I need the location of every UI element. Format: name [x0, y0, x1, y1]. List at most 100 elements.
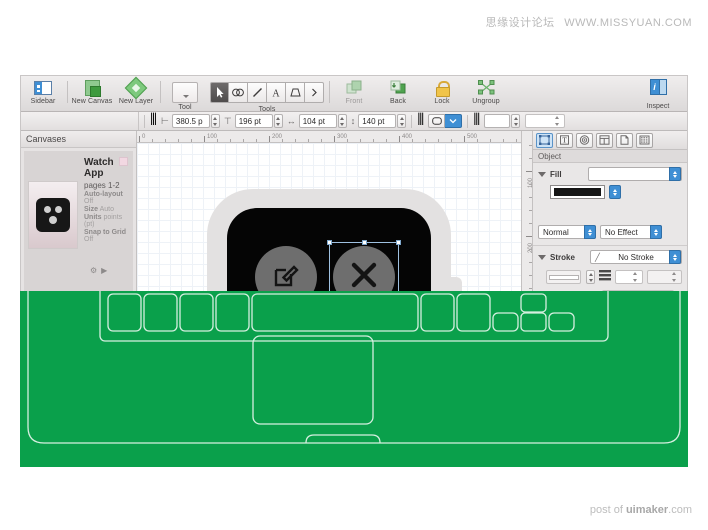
shape-dropdown-button[interactable]	[445, 114, 462, 128]
blend-mode-value: Normal	[543, 228, 569, 237]
y-position-value[interactable]: 196 pt	[235, 114, 273, 128]
svg-text:T: T	[562, 136, 567, 145]
fill-blend-row[interactable]: Normal No Effect	[538, 225, 682, 239]
fill-type-dropdown[interactable]	[588, 167, 682, 181]
stroke-type-dropdown[interactable]: ╱ No Stroke	[590, 250, 682, 264]
canvas-thumbnail[interactable]	[28, 181, 78, 249]
chevron-down-icon[interactable]	[538, 255, 546, 260]
sidebar-header: Canvases	[21, 131, 136, 148]
geometry-field-y[interactable]: ⊤ 196 pt	[224, 114, 283, 128]
stroke-label: Stroke	[550, 253, 575, 262]
fill-color-swatch	[554, 188, 601, 196]
inspector-tabs[interactable]: T	[533, 131, 687, 150]
canvas-pages: pages 1-2	[84, 181, 129, 190]
width-stepper[interactable]	[338, 114, 347, 128]
tool-shape-icon[interactable]	[229, 82, 248, 103]
corner-style-stepper[interactable]	[511, 114, 520, 128]
stroke-controls-row[interactable]	[546, 268, 682, 286]
canvas-play-icon[interactable]: ▶	[101, 266, 107, 275]
geo-divider	[467, 115, 468, 128]
arrow-key-left	[493, 313, 518, 331]
stroke-extra-field-1[interactable]	[647, 270, 682, 284]
fill-color-stepper[interactable]	[609, 185, 621, 199]
fill-color-row[interactable]	[550, 185, 682, 199]
toolbar-button-tool[interactable]: Tool	[163, 76, 207, 111]
geometry-field-x[interactable]: ⊢ 380.5 p	[161, 114, 220, 128]
front-notch	[306, 435, 380, 443]
style-inspector-tab[interactable]	[576, 133, 593, 148]
toolbar-label-front: Front	[346, 98, 363, 105]
tools-group-icon: A	[210, 82, 324, 103]
tool-select-arrow-icon[interactable]	[210, 82, 229, 103]
x-position-value[interactable]: 380.5 p	[172, 114, 210, 128]
horizontal-ruler[interactable]: 0 100 200 300 400 500 600	[137, 131, 532, 143]
stroke-style-stepper[interactable]	[586, 270, 594, 284]
height-value[interactable]: 140 pt	[358, 114, 396, 128]
document-inspector-tab[interactable]	[616, 133, 633, 148]
stroke-width-field[interactable]	[615, 270, 643, 284]
toolbar-button-ungroup[interactable]: Ungroup	[464, 76, 508, 111]
fill-color-well[interactable]	[550, 185, 605, 199]
canvas-color-swatch[interactable]	[119, 157, 128, 166]
rounded-rect-button[interactable]	[428, 114, 445, 128]
toolbar-button-sidebar[interactable]: Sidebar	[21, 76, 65, 111]
setting-key: Auto-layout	[84, 191, 123, 198]
resize-handle-ne[interactable]	[396, 240, 401, 245]
shape-mode-segmented[interactable]	[428, 114, 462, 128]
corner-style-combo[interactable]	[484, 114, 510, 128]
new-canvas-icon	[85, 79, 100, 96]
corner-radius-field[interactable]	[525, 114, 565, 128]
blend-mode-dropdown[interactable]: Normal	[538, 225, 596, 239]
layout-inspector-tab[interactable]	[596, 133, 613, 148]
width-value[interactable]: 104 pt	[299, 114, 337, 128]
watermark-bottom-prefix: post of	[590, 504, 626, 516]
stroke-width-stepper[interactable]	[633, 272, 641, 282]
canvas-card-watch-app[interactable]: Watch App pages 1-2 Auto-layout Off Size…	[24, 151, 133, 301]
fill-header[interactable]: Fill	[538, 167, 682, 181]
stroke-align-icon[interactable]	[599, 268, 611, 286]
fill-type-stepper-icon[interactable]	[669, 167, 681, 181]
ruler-tick-500: 500	[467, 134, 477, 140]
effect-dropdown[interactable]: No Effect	[600, 225, 662, 239]
toolbar-button-new-canvas[interactable]: New Canvas	[70, 76, 114, 111]
ruler-v-tick-100: 100	[528, 178, 532, 188]
x-position-stepper[interactable]	[211, 114, 220, 128]
key	[216, 294, 249, 331]
spacebar	[252, 294, 418, 331]
y-position-stepper[interactable]	[274, 114, 283, 128]
toolbar-button-front[interactable]: Front	[332, 76, 376, 111]
geometry-left-spacer	[23, 112, 139, 130]
text-inspector-tab[interactable]: T	[556, 133, 573, 148]
blend-mode-stepper-icon[interactable]	[584, 225, 596, 239]
chevron-down-icon[interactable]	[538, 172, 546, 177]
geometry-field-width[interactable]: ↔ 104 pt	[287, 114, 347, 128]
tool-polygon-icon[interactable]	[286, 82, 305, 103]
stroke-style-preview[interactable]	[546, 270, 581, 284]
toolbar-button-back[interactable]: Back	[376, 76, 420, 111]
toolbar-divider	[160, 81, 161, 103]
object-inspector-tab[interactable]	[536, 133, 553, 148]
grip-icon: ⦀	[473, 112, 480, 130]
key	[457, 294, 490, 331]
tool-text-icon[interactable]: A	[267, 82, 286, 103]
corner-radius-stepper[interactable]	[555, 116, 563, 126]
canvas-settings-gear-icon[interactable]: ⚙	[90, 266, 97, 275]
toolbar-button-lock[interactable]: Lock	[420, 76, 464, 111]
stroke-extra-stepper-1[interactable]	[672, 272, 680, 282]
toolbar-button-inspect[interactable]: i Inspect	[635, 79, 681, 113]
canvas-card-controls[interactable]: ⚙ ▶	[90, 266, 107, 275]
tool-line-icon[interactable]	[248, 82, 267, 103]
resize-handle-nw[interactable]	[327, 240, 332, 245]
resize-handle-n[interactable]	[362, 240, 367, 245]
ruler-tick-300: 300	[337, 134, 347, 140]
height-stepper[interactable]	[397, 114, 406, 128]
toolbar-label-back: Back	[390, 98, 406, 105]
stroke-type-stepper-icon[interactable]	[669, 250, 681, 264]
stroke-header[interactable]: Stroke ╱ No Stroke	[538, 250, 682, 264]
grid-inspector-tab[interactable]	[636, 133, 653, 148]
lock-icon	[436, 79, 448, 96]
toolbar-button-new-layer[interactable]: New Layer	[114, 76, 158, 111]
effect-stepper-icon[interactable]	[650, 225, 662, 239]
tool-more-icon[interactable]	[305, 82, 324, 103]
geometry-field-height[interactable]: ↕ 140 pt	[351, 114, 407, 128]
